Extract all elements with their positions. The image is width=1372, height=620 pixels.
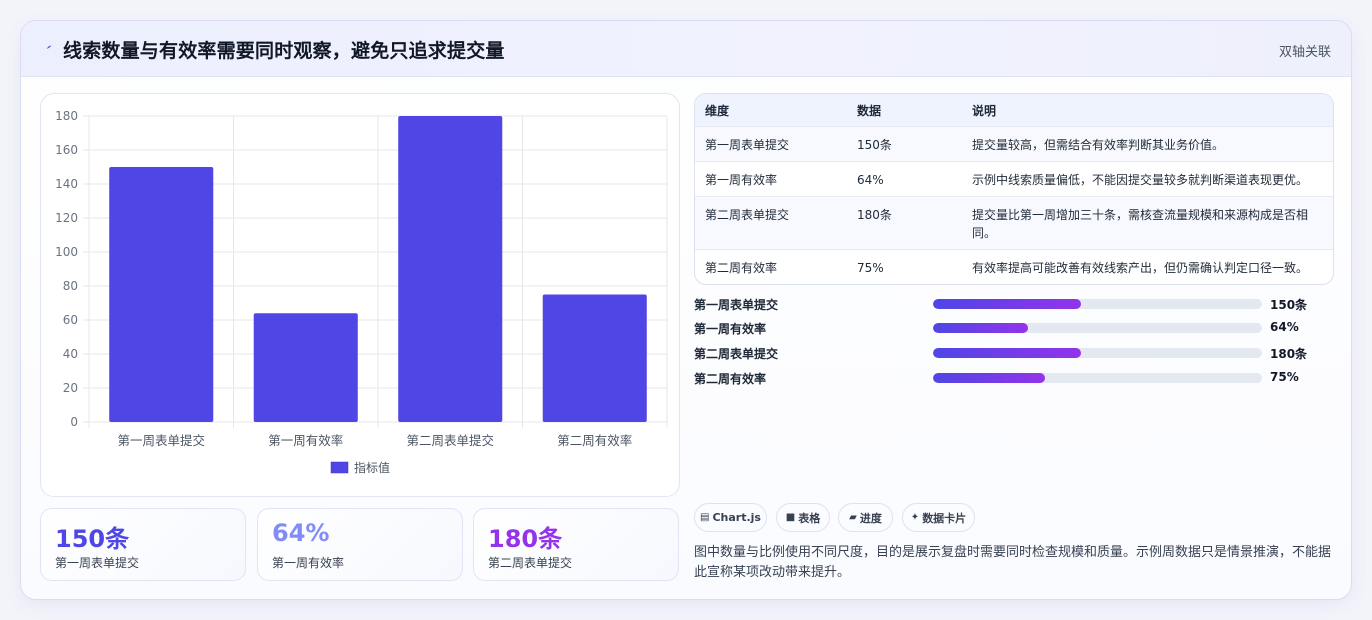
bar [109, 167, 214, 422]
sparkle-icon: ✦ [910, 512, 920, 523]
lightning-icon [43, 44, 55, 50]
progress-row: 第二周有效率 75% [694, 369, 1334, 387]
chip-label: Chart.js [712, 511, 761, 524]
progress-track [933, 348, 1262, 358]
progress-label: 第一周表单提交 [694, 298, 779, 312]
y-tick-label: 180 [55, 109, 78, 123]
bar-chart-panel: 180 160 140 120 100 80 60 40 20 0 第一周表单提交 第一周有效率 第二周… [40, 93, 680, 497]
progress-fill [933, 299, 1082, 309]
bar [253, 313, 358, 422]
dual-axis-tag[interactable]: 双轴关联 [1279, 41, 1331, 60]
data-table: 维度 数据 说明 第一周表单提交 150条 提交量较高，但需结合有效率判断其业务… [694, 93, 1334, 285]
table-cell: 有效率提高可能改善有效线索产出，但仍需确认判定口径一致。 [972, 261, 1309, 275]
stat-label: 第一周表单提交 [55, 556, 140, 570]
y-tick-label: 100 [55, 245, 78, 259]
progress-track [933, 299, 1262, 309]
progress-value: 75% [1270, 370, 1299, 384]
x-tick-label: 第一周表单提交 [117, 433, 205, 448]
table-row: 第二周表单提交 180条 提交量比第一周增加三十条，需核查流量规模和来源构成是否… [695, 197, 1333, 250]
y-tick-label: 20 [63, 381, 78, 395]
progress-label: 第二周有效率 [694, 372, 767, 386]
x-tick-label: 第二周表单提交 [406, 433, 494, 448]
progress-value: 180条 [1270, 347, 1308, 361]
table-cell: 第二周表单提交 [705, 208, 790, 222]
table-icon: ■ [785, 512, 796, 523]
table-cell: 提交量较高，但需结合有效率判断其业务价值。 [972, 138, 1225, 152]
chip-chartjs[interactable]: ▤ Chart.js [694, 503, 767, 532]
bar-chart: 180 160 140 120 100 80 60 40 20 0 第一周表单提交 第一周有效率 第二周… [55, 109, 668, 475]
progress-row: 第一周有效率 64% [694, 319, 1334, 337]
y-tick-label: 0 [70, 415, 78, 429]
table-row: 第一周有效率 64% 示例中线索质量偏低，不能因提交量较多就判断渠道表现更优。 [695, 162, 1333, 197]
chip-label: 数据卡片 [922, 511, 967, 525]
legend-label: 指标值 [354, 460, 390, 475]
table-row: 第二周有效率 75% 有效率提高可能改善有效线索产出，但仍需确认判定口径一致。 [695, 250, 1333, 284]
x-tick-label: 第一周有效率 [268, 433, 343, 448]
y-tick-label: 40 [63, 347, 78, 361]
x-tick-label: 第二周有效率 [557, 433, 632, 448]
report-card: 线索数量与有效率需要同时观察，避免只追求提交量 双轴关联 180 160 140 12… [20, 20, 1352, 600]
legend-swatch [330, 461, 349, 474]
progress-label: 第二周表单提交 [694, 347, 779, 361]
chip-label: 表格 [798, 511, 821, 525]
chip-label: 进度 [859, 511, 882, 525]
bar [542, 294, 647, 422]
bar [398, 116, 503, 422]
table-cell: 第一周表单提交 [705, 138, 790, 152]
page-title: 线索数量与有效率需要同时观察，避免只追求提交量 [63, 40, 505, 62]
table-cell: 提交量比第一周增加三十条，需核查流量规模和来源构成是否相同。 [972, 208, 1309, 240]
table-cell: 第一周有效率 [705, 173, 778, 187]
progress-row: 第二周表单提交 180条 [694, 344, 1334, 362]
y-tick-label: 60 [63, 313, 78, 327]
progress-fill [933, 373, 1045, 383]
table-cell: 示例中线索质量偏低，不能因提交量较多就判断渠道表现更优。 [972, 173, 1309, 187]
table-cell: 第二周有效率 [705, 261, 778, 275]
table-header-dimension: 维度 [705, 104, 730, 118]
progress-row: 第一周表单提交 150条 [694, 295, 1334, 313]
table-header-data: 数据 [857, 104, 882, 118]
chip-data-card[interactable]: ✦ 数据卡片 [902, 503, 975, 532]
y-tick-label: 160 [55, 143, 78, 157]
progress-fill [933, 348, 1082, 358]
y-tick-label: 140 [55, 177, 78, 191]
progress-track [933, 373, 1262, 383]
chart-icon: ▤ [700, 512, 710, 523]
card-header: 线索数量与有效率需要同时观察，避免只追求提交量 双轴关联 [21, 21, 1351, 77]
progress-label: 第一周有效率 [694, 322, 767, 336]
stat-card-week1-rate: 64% 第一周有效率 [257, 508, 463, 581]
stat-card-week2-submissions: 180条 第二周表单提交 [473, 508, 679, 581]
stat-card-week1-submissions: 150条 第一周表单提交 [40, 508, 246, 581]
table-cell: 64% [857, 173, 884, 187]
y-tick-label: 80 [63, 279, 78, 293]
progress-icon: ▰ [849, 512, 857, 523]
chip-table[interactable]: ■ 表格 [776, 503, 830, 532]
stat-value: 64% [272, 519, 330, 547]
table-cell: 150条 [857, 138, 892, 152]
table-header-description: 说明 [972, 104, 997, 118]
progress-value: 150条 [1270, 298, 1308, 312]
table-row: 第一周表单提交 150条 提交量较高，但需结合有效率判断其业务价值。 [695, 127, 1333, 162]
chip-progress[interactable]: ▰ 进度 [838, 503, 893, 532]
progress-track [933, 323, 1262, 333]
footnote: 图中数量与比例使用不同尺度，目的是展示复盘时需要同时检查规模和质量。示例周数据只… [694, 545, 1332, 580]
progress-fill [933, 323, 1029, 333]
stat-value: 180条 [488, 525, 563, 553]
table-cell: 75% [857, 261, 884, 275]
stat-value: 150条 [55, 525, 130, 553]
stat-label: 第一周有效率 [272, 556, 345, 570]
table-cell: 180条 [857, 208, 892, 222]
progress-value: 64% [1270, 320, 1299, 334]
table-header-row: 维度 数据 说明 [695, 94, 1333, 127]
y-tick-label: 120 [55, 211, 78, 225]
stat-label: 第二周表单提交 [488, 556, 573, 570]
